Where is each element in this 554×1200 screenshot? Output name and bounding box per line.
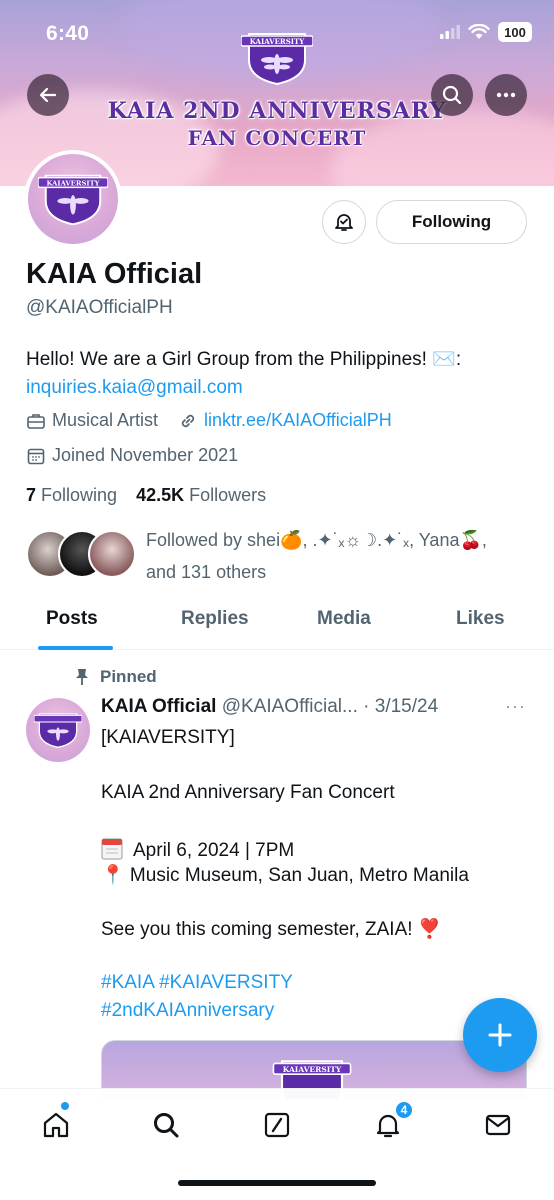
profile-joined-row: Joined November 2021 bbox=[26, 445, 238, 466]
kaiaversity-crest-icon bbox=[34, 713, 82, 749]
more-button[interactable] bbox=[485, 74, 527, 116]
profile-avatar[interactable]: KAIAVERSITY bbox=[24, 150, 122, 248]
nav-grok[interactable] bbox=[259, 1107, 295, 1143]
post-author-avatar[interactable] bbox=[26, 698, 90, 762]
nav-messages[interactable] bbox=[480, 1107, 516, 1143]
post-text-line: See you this coming semester, ZAIA! ❣️ bbox=[101, 919, 442, 940]
notifications-subscribe-button[interactable] bbox=[322, 200, 366, 244]
post-hashtags[interactable]: #KAIA #KAIAVERSITY bbox=[101, 972, 293, 994]
calendar-icon bbox=[27, 448, 45, 464]
kaiaversity-crest-icon: KAIAVERSITY bbox=[38, 174, 108, 226]
grok-icon bbox=[264, 1112, 290, 1138]
profile-tabs: Posts Replies Media Likes bbox=[0, 600, 554, 650]
post-more-button[interactable]: ··· bbox=[505, 696, 526, 717]
signal-icon bbox=[440, 25, 460, 39]
home-unread-dot bbox=[61, 1102, 69, 1110]
link-icon bbox=[181, 414, 195, 427]
plus-icon bbox=[488, 1023, 512, 1047]
profile-website-link[interactable]: linktr.ee/KAIAOfficialPH bbox=[204, 410, 392, 431]
post-header: KAIA Official @KAIAOfficial... · 3/15/24 bbox=[101, 696, 438, 718]
mail-icon bbox=[485, 1114, 511, 1136]
tab-replies[interactable]: Replies bbox=[181, 608, 249, 630]
bio-text: Hello! We are a Girl Group from the Phil… bbox=[26, 349, 462, 370]
notification-badge: 4 bbox=[394, 1100, 414, 1120]
profile-stats: 7 Following 42.5K Followers bbox=[26, 485, 266, 506]
post-text-line: April 6, 2024 | 7PM bbox=[101, 836, 294, 862]
post-hashtags[interactable]: #2ndKAIAnniversary bbox=[101, 1000, 274, 1022]
search-button[interactable] bbox=[431, 74, 473, 116]
profile-joined-date: Joined November 2021 bbox=[52, 445, 239, 465]
status-time: 6:40 bbox=[46, 22, 90, 45]
active-tab-indicator bbox=[38, 646, 113, 650]
avatar-image: KAIAVERSITY bbox=[28, 154, 118, 244]
bell-check-icon bbox=[335, 214, 353, 231]
post-author-name[interactable]: KAIA Official bbox=[101, 696, 216, 717]
status-icons: 100 bbox=[440, 22, 532, 42]
compose-button[interactable] bbox=[463, 998, 537, 1072]
post-text-line: [KAIAVERSITY] bbox=[101, 727, 235, 748]
display-name: KAIA Official bbox=[26, 258, 203, 290]
battery-indicator: 100 bbox=[498, 22, 532, 42]
wifi-icon bbox=[468, 24, 490, 39]
search-icon bbox=[154, 1113, 179, 1138]
status-bar: 6:40 100 bbox=[0, 0, 554, 66]
avatar bbox=[88, 530, 136, 578]
pin-icon bbox=[76, 669, 88, 685]
briefcase-icon bbox=[27, 413, 45, 429]
banner-title-line2: FAN CONCERT bbox=[187, 126, 367, 150]
post-text-line: 📍 Music Museum, San Juan, Metro Manila bbox=[101, 865, 469, 886]
profile-meta-row: Musical Artist linktr.ee/KAIAOfficialPH bbox=[26, 410, 392, 431]
search-icon bbox=[442, 85, 462, 105]
following-button[interactable]: Following bbox=[376, 200, 527, 244]
home-icon bbox=[43, 1112, 69, 1138]
followed-by-text[interactable]: Followed by shei🍊, .✦˙ₓ☼☽.✦˙ₓ, Yana🍒, an… bbox=[146, 524, 536, 588]
bio-email-link[interactable]: inquiries.kaia@gmail.com bbox=[26, 374, 536, 402]
post-author-handle[interactable]: @KAIAOfficial... bbox=[222, 696, 358, 717]
profile-category: Musical Artist bbox=[52, 410, 159, 430]
post-text-line: KAIA 2nd Anniversary Fan Concert bbox=[101, 782, 395, 803]
more-icon bbox=[496, 92, 516, 98]
following-stat[interactable]: 7 Following bbox=[26, 485, 117, 505]
back-arrow-icon bbox=[39, 87, 57, 103]
profile-bio: Hello! We are a Girl Group from the Phil… bbox=[26, 346, 536, 402]
calendar-emoji-icon bbox=[101, 838, 123, 860]
nav-home[interactable] bbox=[38, 1107, 74, 1143]
crest-text: KAIAVERSITY bbox=[283, 1065, 342, 1074]
followed-by-avatars[interactable] bbox=[26, 530, 136, 580]
tab-likes[interactable]: Likes bbox=[456, 608, 505, 630]
back-button[interactable] bbox=[27, 74, 69, 116]
pinned-label: Pinned bbox=[100, 667, 157, 686]
pinned-indicator: Pinned bbox=[74, 667, 157, 687]
tab-media[interactable]: Media bbox=[317, 608, 371, 630]
crest-text: KAIAVERSITY bbox=[47, 179, 100, 187]
nav-search[interactable] bbox=[148, 1107, 184, 1143]
followers-stat[interactable]: 42.5K Followers bbox=[136, 485, 266, 505]
post-date[interactable]: · 3/15/24 bbox=[363, 696, 438, 717]
profile-handle: @KAIAOfficialPH bbox=[26, 297, 173, 318]
home-indicator[interactable] bbox=[178, 1180, 376, 1186]
tab-posts[interactable]: Posts bbox=[46, 608, 98, 630]
